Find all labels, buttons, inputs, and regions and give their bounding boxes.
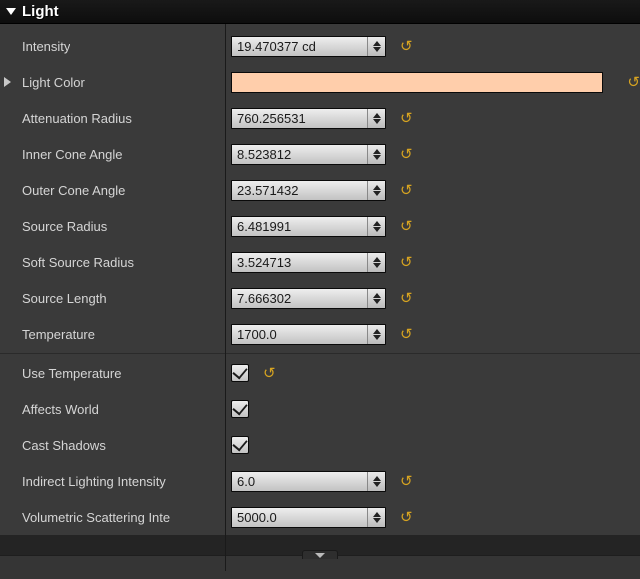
row-inner-cone: Inner Cone Angle 8.523812 ↺ [0,136,640,172]
volumetric-scattering-spinbox[interactable]: 5000.0 [231,507,386,528]
row-soft-source-radius: Soft Source Radius 3.524713 ↺ [0,244,640,280]
label-use-temperature: Use Temperature [14,366,121,381]
chevron-right-icon [4,77,11,87]
reset-icon[interactable]: ↺ [400,37,413,55]
reset-icon[interactable]: ↺ [400,217,413,235]
reset-icon[interactable]: ↺ [263,364,276,382]
expand-light-color[interactable] [0,77,14,87]
row-source-length: Source Length 7.666302 ↺ [0,280,640,316]
source-radius-spinbox[interactable]: 6.481991 [231,216,386,237]
row-light-color: Light Color ↺ [0,64,640,100]
inner-cone-spinbox[interactable]: 8.523812 [231,144,386,165]
label-inner-cone: Inner Cone Angle [14,147,122,162]
label-soft-source-radius: Soft Source Radius [14,255,134,270]
row-volumetric-scattering: Volumetric Scattering Inte 5000.0 ↺ [0,499,640,535]
row-outer-cone: Outer Cone Angle 23.571432 ↺ [0,172,640,208]
label-source-radius: Source Radius [14,219,107,234]
source-length-spinbox[interactable]: 7.666302 [231,288,386,309]
row-source-radius: Source Radius 6.481991 ↺ [0,208,640,244]
label-cast-shadows: Cast Shadows [14,438,106,453]
light-color-swatch[interactable] [231,72,603,93]
row-temperature: Temperature 1700.0 ↺ [0,316,640,352]
column-splitter[interactable] [225,24,226,571]
label-source-length: Source Length [14,291,107,306]
label-intensity: Intensity [14,39,70,54]
row-cast-shadows: Cast Shadows [0,427,640,463]
row-attenuation-radius: Attenuation Radius 760.256531 ↺ [0,100,640,136]
label-indirect-lighting: Indirect Lighting Intensity [14,474,166,489]
row-use-temperature: Use Temperature ↺ [0,355,640,391]
collapse-triangle-icon [6,8,16,15]
category-header-light[interactable]: Light [0,0,640,24]
label-attenuation: Attenuation Radius [14,111,132,126]
attenuation-spinbox[interactable]: 760.256531 [231,108,386,129]
reset-icon[interactable]: ↺ [400,253,413,271]
intensity-spinbox[interactable]: 19.470377 cd [231,36,386,57]
reset-icon[interactable]: ↺ [627,73,640,91]
reset-icon[interactable]: ↺ [400,472,413,490]
label-outer-cone: Outer Cone Angle [14,183,125,198]
soft-source-radius-spinbox[interactable]: 3.524713 [231,252,386,273]
expand-advanced-tab[interactable] [302,550,338,559]
temperature-spinbox[interactable]: 1700.0 [231,324,386,345]
intensity-value[interactable]: 19.470377 cd [232,37,367,56]
separator [0,353,640,354]
property-rows: Intensity 19.470377 cd ↺ Light Color ↺ [0,24,640,535]
reset-icon[interactable]: ↺ [400,325,413,343]
label-light-color: Light Color [14,75,85,90]
category-title: Light [22,3,59,20]
indirect-lighting-spinbox[interactable]: 6.0 [231,471,386,492]
use-temperature-checkbox[interactable] [231,364,249,382]
label-affects-world: Affects World [14,402,99,417]
label-temperature: Temperature [14,327,95,342]
row-intensity: Intensity 19.470377 cd ↺ [0,28,640,64]
reset-icon[interactable]: ↺ [400,181,413,199]
cast-shadows-checkbox[interactable] [231,436,249,454]
outer-cone-spinbox[interactable]: 23.571432 [231,180,386,201]
reset-icon[interactable]: ↺ [400,508,413,526]
row-indirect-lighting: Indirect Lighting Intensity 6.0 ↺ [0,463,640,499]
reset-icon[interactable]: ↺ [400,145,413,163]
chevron-down-icon [315,553,325,558]
reset-icon[interactable]: ↺ [400,109,413,127]
spin-arrows[interactable] [367,37,385,56]
row-affects-world: Affects World [0,391,640,427]
affects-world-checkbox[interactable] [231,400,249,418]
reset-icon[interactable]: ↺ [400,289,413,307]
label-volumetric-scattering: Volumetric Scattering Inte [14,510,170,525]
light-details-panel: Light Intensity 19.470377 cd ↺ Light Col… [0,0,640,579]
